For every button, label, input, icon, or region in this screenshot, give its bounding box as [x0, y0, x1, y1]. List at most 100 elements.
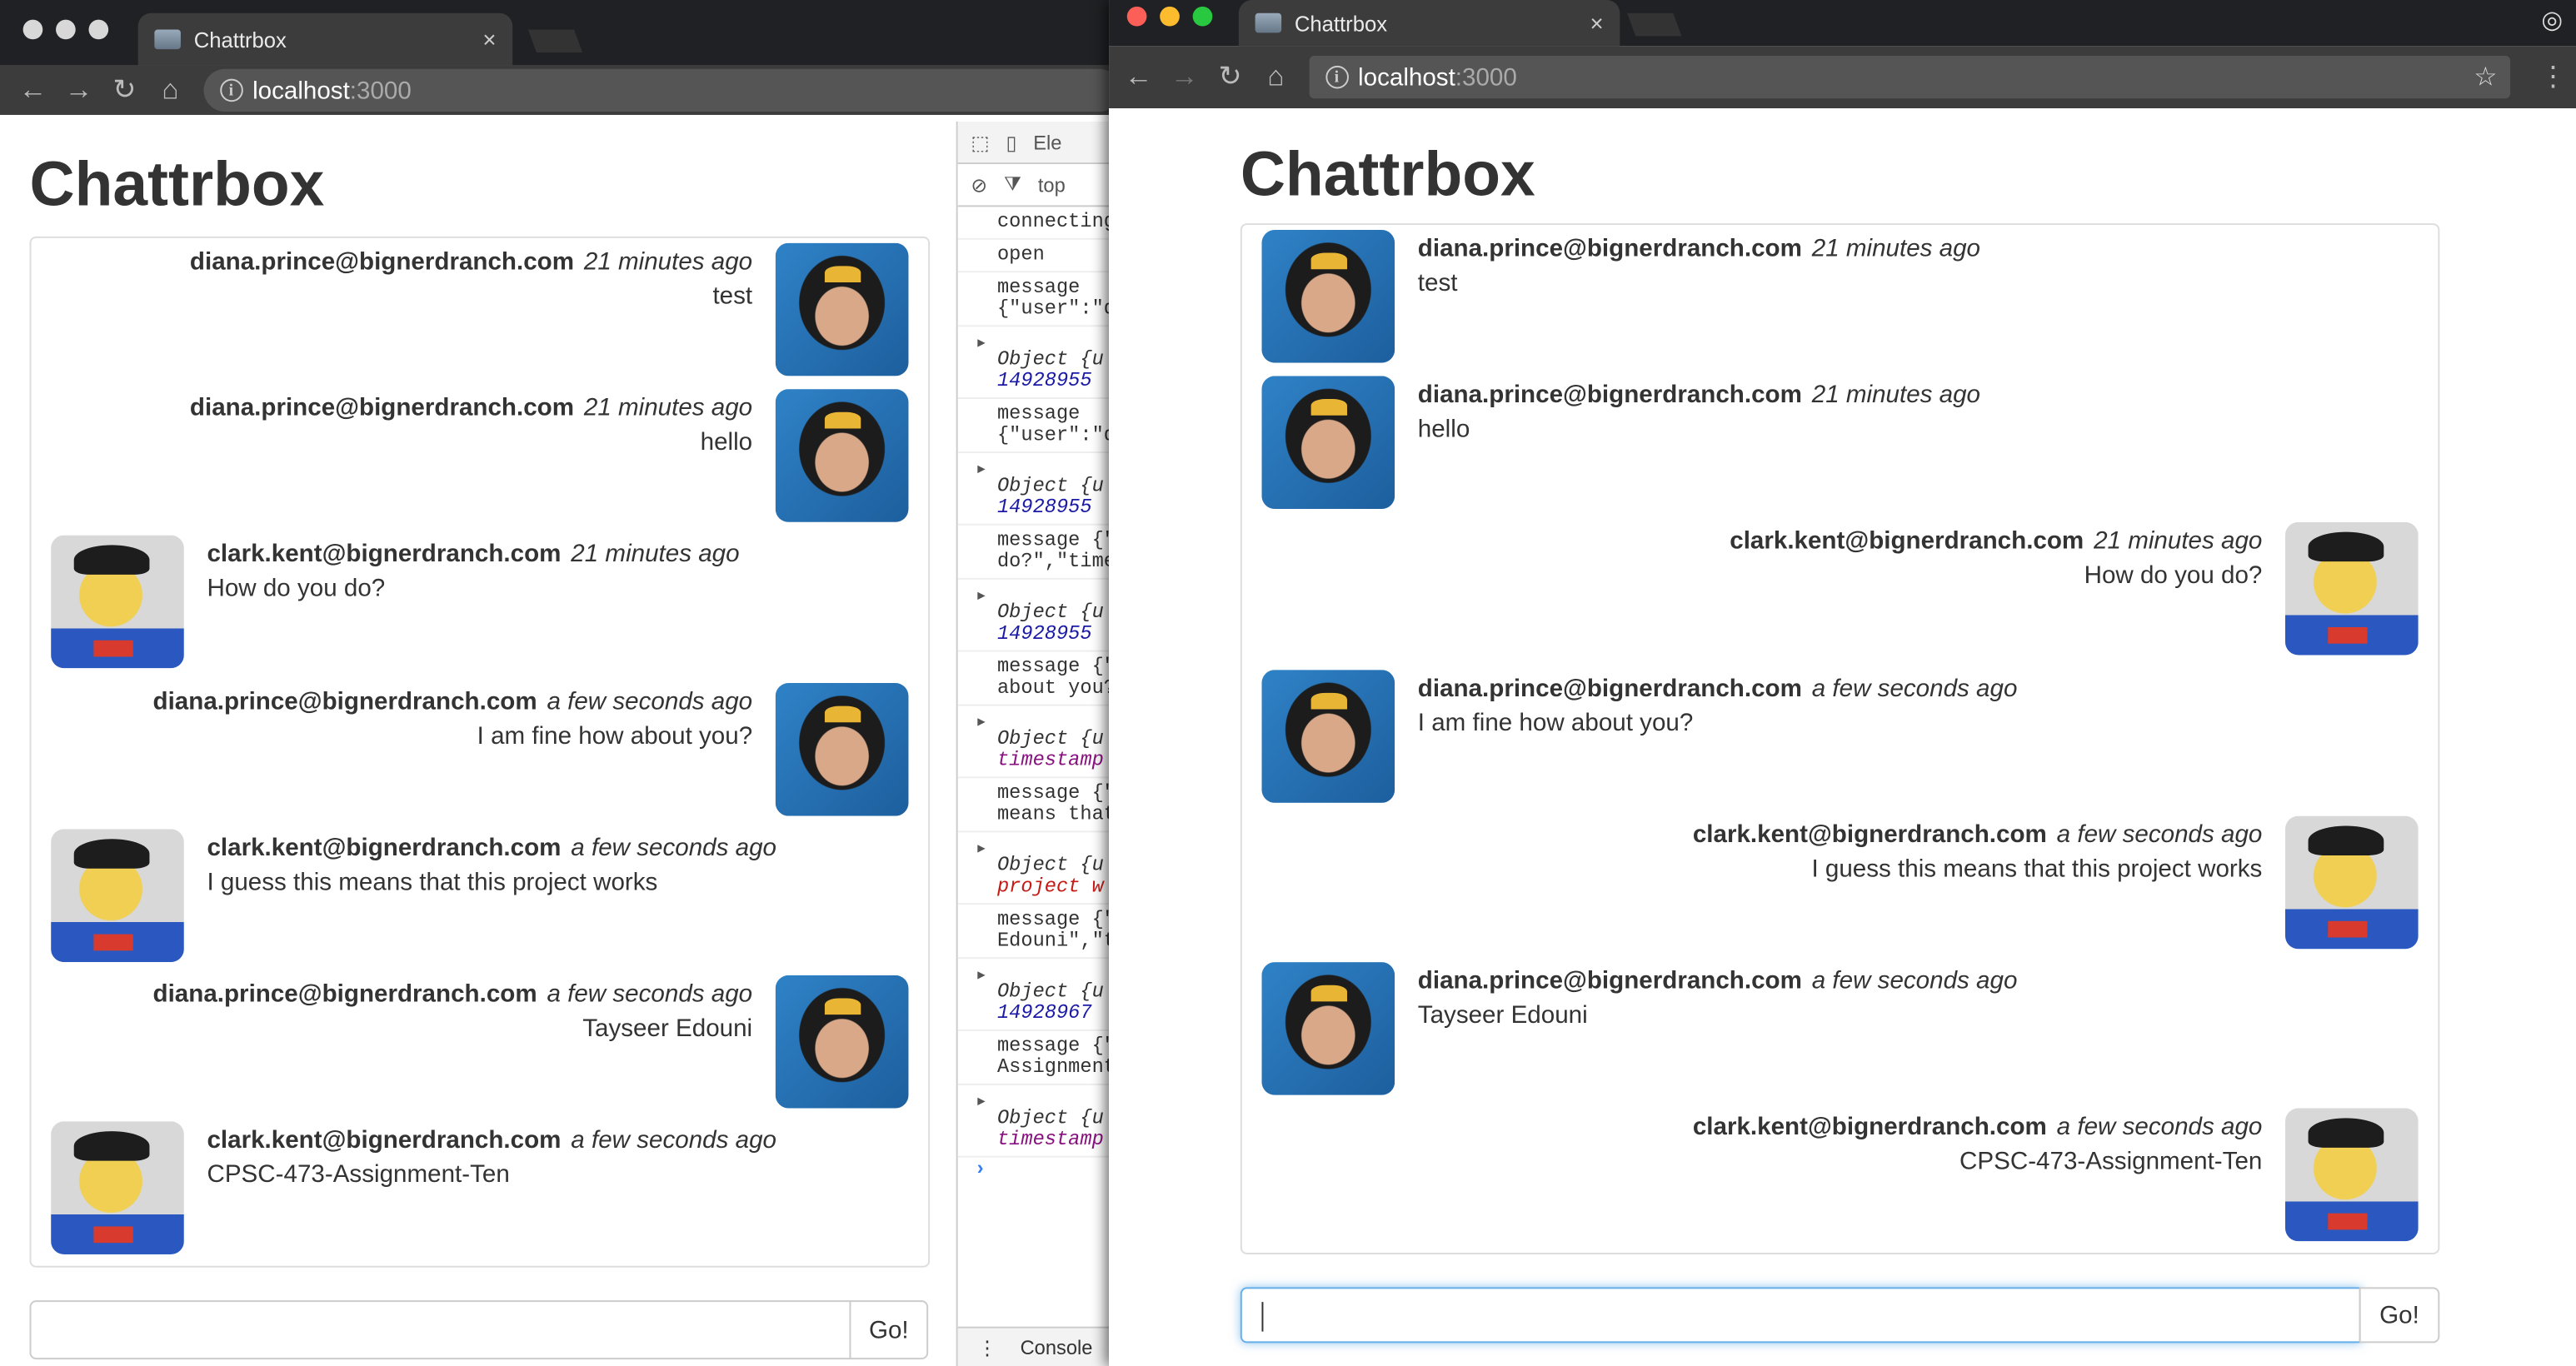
info-icon[interactable]: i [219, 78, 243, 102]
avatar [775, 975, 909, 1109]
zoom-window-button[interactable] [1192, 6, 1213, 27]
browser-tab[interactable]: Chattrbox × [1238, 0, 1620, 47]
devtools-tab-elements[interactable]: Ele [1033, 131, 1061, 154]
message-body: clark.kent@bignerdranch.com 21 minutes ag… [1730, 523, 2262, 656]
address-bar[interactable]: i localhost:3000 ☆ [1308, 56, 2511, 99]
console-line: message {" Edouni","t [957, 905, 1121, 960]
clear-console-icon[interactable]: ⊘ [971, 173, 987, 197]
info-icon[interactable]: i [1325, 65, 1349, 89]
message-body: clark.kent@bignerdranch.com a few seconds… [1693, 815, 2263, 949]
console-line: connecting [957, 207, 1121, 240]
console-object-summary: Object {u [996, 601, 1104, 625]
back-icon[interactable]: ← [1116, 61, 1161, 93]
console-prompt[interactable]: › [958, 1158, 1121, 1181]
avatar [1261, 376, 1395, 510]
message-list: diana.prince@bignerdranch.com 21 minutes … [29, 236, 931, 1268]
avatar [51, 829, 184, 962]
avatar [775, 389, 909, 523]
minimize-window-button[interactable] [1160, 6, 1180, 27]
zoom-window-button[interactable] [88, 19, 109, 40]
go-button[interactable]: Go! [2359, 1287, 2440, 1344]
devtools-drawer: ⋮ Console [957, 1326, 1121, 1366]
message-header: diana.prince@bignerdranch.com 21 minutes … [1418, 235, 1980, 263]
console-object[interactable]: Object {u14928967 [957, 959, 1121, 1031]
message-time: 21 minutes ago [1811, 234, 1981, 263]
console-object-detail: timestamp [996, 748, 1104, 772]
message-user: clark.kent@bignerdranch.com [1692, 1113, 2047, 1142]
page-title: Chattrbox [29, 151, 325, 221]
console-line: message {" do?","time [957, 526, 1121, 580]
message-header: clark.kent@bignerdranch.com 21 minutes ag… [1730, 528, 2262, 556]
console-object[interactable]: Object {uproject w [957, 832, 1121, 905]
message-time: 21 minutes ago [1811, 381, 1981, 410]
message-time: a few seconds ago [1811, 967, 2018, 995]
page-content: Chattrbox diana.prince@bignerdranch.com 2… [1109, 108, 2576, 1366]
chat-message: diana.prince@bignerdranch.com 21 minutes … [51, 389, 909, 523]
filter-icon[interactable]: ⧩ [1004, 172, 1021, 197]
message-body: diana.prince@bignerdranch.com 21 minutes … [190, 243, 752, 376]
home-icon[interactable]: ⌂ [147, 74, 193, 107]
console-object-detail: 14928967 [996, 1001, 1092, 1024]
message-input[interactable] [29, 1300, 851, 1360]
address-bar[interactable]: i localhost:3000 [202, 68, 1121, 112]
message-time: a few seconds ago [1811, 674, 2018, 702]
close-tab-icon[interactable]: × [482, 27, 496, 53]
device-icon[interactable]: ▯ [1006, 131, 1017, 154]
minimize-window-button[interactable] [56, 19, 76, 40]
browser-tab[interactable]: Chattrbox × [137, 12, 513, 66]
chat-message: clark.kent@bignerdranch.com a few seconds… [51, 829, 908, 962]
new-tab-button[interactable] [1627, 12, 1682, 37]
forward-icon[interactable]: → [1161, 61, 1207, 93]
console-object-summary: Object {u [996, 474, 1104, 498]
console-object[interactable]: Object {u14928955 [957, 580, 1121, 652]
reload-icon[interactable]: ↻ [1207, 61, 1253, 93]
message-user: diana.prince@bignerdranch.com [1417, 967, 1802, 995]
console-object-detail: timestamp [996, 1128, 1104, 1151]
message-text: CPSC-473-Assignment-Ten [1959, 1148, 2263, 1176]
close-tab-icon[interactable]: × [1590, 10, 1603, 37]
drawer-menu-icon[interactable]: ⋮ [977, 1336, 997, 1359]
console-object[interactable]: Object {u14928955 [957, 453, 1121, 526]
message-user: clark.kent@bignerdranch.com [207, 541, 562, 569]
drawer-tab-console[interactable]: Console [1021, 1336, 1093, 1359]
message-text: How do you do? [2084, 561, 2263, 591]
console-object[interactable]: Object {utimestamp [957, 706, 1121, 779]
forward-icon[interactable]: → [56, 74, 102, 107]
console-object[interactable]: Object {u14928955 [957, 327, 1121, 399]
close-window-button[interactable] [22, 19, 43, 40]
home-icon[interactable]: ⌂ [1253, 61, 1299, 93]
close-window-button[interactable] [1126, 6, 1147, 27]
message-body: diana.prince@bignerdranch.com a few secon… [1418, 669, 2018, 802]
bookmark-star-icon[interactable]: ☆ [2474, 61, 2497, 93]
back-icon[interactable]: ← [10, 74, 56, 107]
message-time: 21 minutes ago [571, 541, 740, 569]
console-object-detail: project w [996, 875, 1104, 899]
tab-title: Chattrbox [1294, 10, 1388, 36]
message-input[interactable] [1240, 1287, 2361, 1344]
message-body: diana.prince@bignerdranch.com a few secon… [153, 682, 753, 815]
message-header: diana.prince@bignerdranch.com a few secon… [153, 687, 753, 715]
reload-icon[interactable]: ↻ [102, 74, 147, 107]
message-user: clark.kent@bignerdranch.com [1730, 527, 2084, 556]
message-time: 21 minutes ago [583, 394, 753, 422]
url-host: localhost [1358, 62, 1455, 92]
console-object-summary: Object {u [996, 980, 1104, 1004]
console-object-summary: Object {u [996, 347, 1104, 371]
chat-message: clark.kent@bignerdranch.com a few seconds… [1261, 815, 2419, 949]
new-tab-button[interactable] [527, 29, 583, 53]
message-body: clark.kent@bignerdranch.com a few seconds… [207, 829, 776, 962]
inspect-icon[interactable]: ⬚ [971, 131, 989, 154]
message-text: test [1417, 269, 1458, 297]
message-body: clark.kent@bignerdranch.com a few seconds… [207, 1122, 776, 1255]
context-selector[interactable]: top [1038, 173, 1066, 197]
message-user: diana.prince@bignerdranch.com [1417, 381, 1802, 410]
message-text: I am fine how about you? [477, 721, 753, 750]
message-user: clark.kent@bignerdranch.com [1692, 820, 2047, 849]
favicon-icon [1255, 12, 1282, 33]
go-button[interactable]: Go! [849, 1300, 929, 1360]
message-time: 21 minutes ago [2094, 527, 2263, 556]
message-header: diana.prince@bignerdranch.com 21 minutes … [1418, 381, 1980, 410]
console-object[interactable]: Object {utimestamp [957, 1085, 1121, 1158]
avatar [2284, 1108, 2419, 1242]
menu-icon[interactable]: ⋮ [2530, 61, 2576, 93]
